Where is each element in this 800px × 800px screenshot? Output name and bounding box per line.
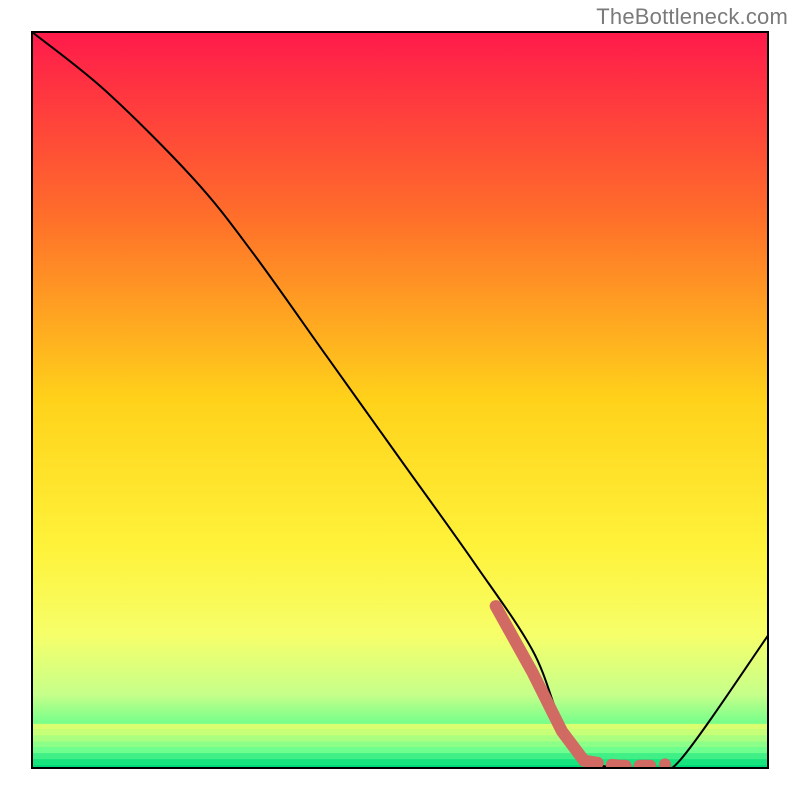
watermark-text: TheBottleneck.com	[596, 4, 788, 30]
stripe	[32, 753, 768, 759]
bottleneck-chart	[0, 0, 800, 800]
stripe	[32, 747, 768, 753]
bottom-stripes	[32, 724, 768, 768]
plot-area	[32, 32, 768, 772]
stripe	[32, 730, 768, 736]
highlight-dash-icon	[584, 761, 650, 766]
stripe	[32, 724, 768, 730]
gradient-background	[32, 32, 768, 768]
chart-stage: TheBottleneck.com	[0, 0, 800, 800]
stripe	[32, 742, 768, 748]
stripe	[32, 759, 768, 765]
stripe	[32, 736, 768, 742]
